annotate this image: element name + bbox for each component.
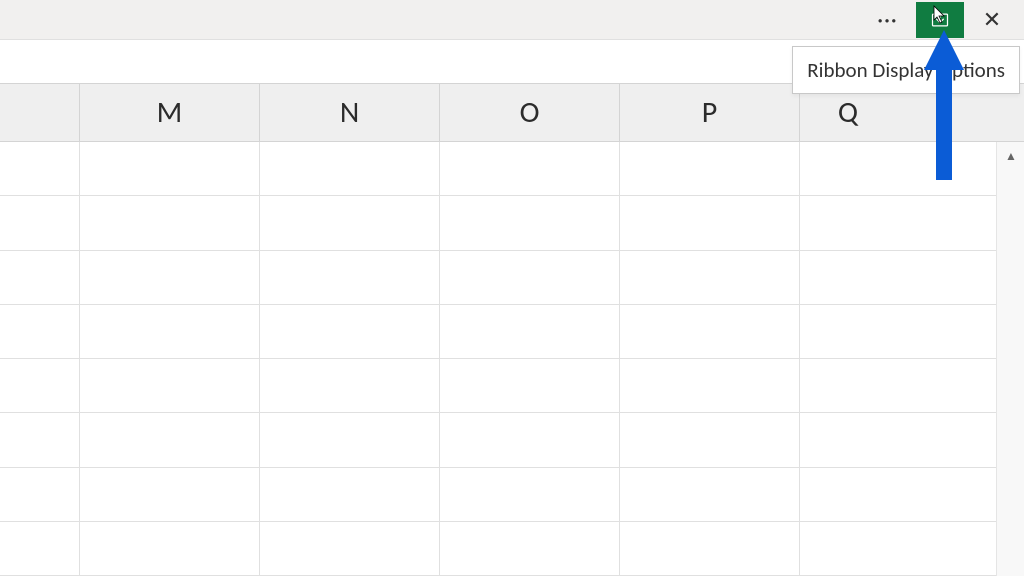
cell[interactable] — [80, 413, 260, 466]
table-row — [0, 305, 996, 359]
vertical-scrollbar[interactable]: ▲ — [996, 142, 1024, 576]
ribbon-display-tooltip: Ribbon Display Options — [792, 46, 1020, 94]
cell[interactable] — [260, 413, 440, 466]
cell[interactable] — [800, 359, 896, 412]
column-header[interactable] — [0, 84, 80, 141]
table-row — [0, 413, 996, 467]
table-row — [0, 522, 996, 576]
cell[interactable] — [800, 196, 896, 249]
title-bar: ··· ✕ — [0, 0, 1024, 40]
table-row — [0, 359, 996, 413]
more-options-button[interactable]: ··· — [864, 2, 912, 38]
cell[interactable] — [80, 251, 260, 304]
cell[interactable] — [260, 251, 440, 304]
cell[interactable] — [440, 196, 620, 249]
cell[interactable] — [0, 522, 80, 575]
cell[interactable] — [440, 305, 620, 358]
cell[interactable] — [0, 305, 80, 358]
cell[interactable] — [440, 359, 620, 412]
cell[interactable] — [0, 413, 80, 466]
ribbon-display-icon — [930, 10, 950, 30]
cell[interactable] — [80, 305, 260, 358]
cell[interactable] — [800, 142, 896, 195]
cell[interactable] — [260, 142, 440, 195]
cell[interactable] — [80, 142, 260, 195]
cell[interactable] — [0, 359, 80, 412]
cell[interactable] — [620, 142, 800, 195]
cell[interactable] — [260, 305, 440, 358]
cell[interactable] — [620, 359, 800, 412]
cell[interactable] — [0, 142, 80, 195]
table-row — [0, 196, 996, 250]
cell[interactable] — [260, 196, 440, 249]
cell[interactable] — [440, 413, 620, 466]
cell[interactable] — [620, 196, 800, 249]
cell[interactable] — [440, 522, 620, 575]
cell[interactable] — [260, 359, 440, 412]
cell[interactable] — [800, 522, 896, 575]
cell[interactable] — [440, 251, 620, 304]
cell[interactable] — [80, 196, 260, 249]
table-row — [0, 142, 996, 196]
cell[interactable] — [620, 251, 800, 304]
title-bar-controls: ··· ✕ — [864, 2, 1016, 38]
cell[interactable] — [620, 305, 800, 358]
table-row — [0, 251, 996, 305]
table-row — [0, 468, 996, 522]
cell[interactable] — [800, 468, 896, 521]
cell[interactable] — [260, 522, 440, 575]
grid-body: ▲ — [0, 142, 1024, 576]
cell[interactable] — [800, 251, 896, 304]
column-header-m[interactable]: M — [80, 84, 260, 141]
cell[interactable] — [0, 251, 80, 304]
scroll-up-icon[interactable]: ▲ — [997, 142, 1024, 170]
column-header-n[interactable]: N — [260, 84, 440, 141]
cell[interactable] — [80, 522, 260, 575]
column-header-p[interactable]: P — [620, 84, 800, 141]
column-header-o[interactable]: O — [440, 84, 620, 141]
spreadsheet-grid: M N O P Q — [0, 84, 1024, 576]
ribbon-display-options-button[interactable] — [916, 2, 964, 38]
cells-container — [0, 142, 996, 576]
cell[interactable] — [440, 142, 620, 195]
cell[interactable] — [620, 522, 800, 575]
cell[interactable] — [620, 468, 800, 521]
cell[interactable] — [800, 413, 896, 466]
cell[interactable] — [80, 468, 260, 521]
cell[interactable] — [80, 359, 260, 412]
cell[interactable] — [0, 468, 80, 521]
cell[interactable] — [800, 305, 896, 358]
close-button[interactable]: ✕ — [968, 2, 1016, 38]
cell[interactable] — [0, 196, 80, 249]
cell[interactable] — [440, 468, 620, 521]
cell[interactable] — [260, 468, 440, 521]
cell[interactable] — [620, 413, 800, 466]
